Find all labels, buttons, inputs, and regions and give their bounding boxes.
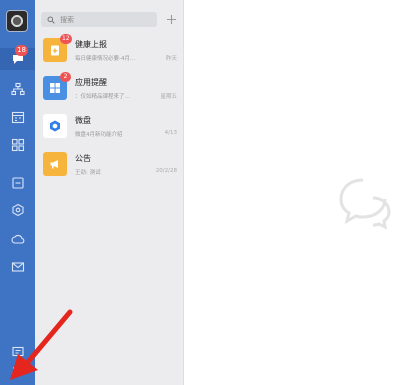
chat-watermark-icon bbox=[339, 178, 391, 230]
conversation-item-health-report[interactable]: 12 健康上报 每日健康情况必要-4月… 昨天 bbox=[35, 32, 184, 70]
mail-icon bbox=[11, 262, 24, 272]
conversation-time: 20/2/28 bbox=[155, 168, 177, 174]
conversation-item-micro-drive[interactable]: 微盘 微盘4月新功能介绍 4/13 bbox=[35, 108, 184, 146]
cloud-drive-icon bbox=[43, 114, 67, 138]
conversation-item-announcement[interactable]: 公告 王劲: 测试 20/2/28 bbox=[35, 146, 184, 184]
hexagon-icon bbox=[11, 203, 24, 217]
mail-nav-button[interactable] bbox=[0, 256, 35, 278]
cloud-icon bbox=[11, 234, 24, 244]
conversation-title: 微盘 bbox=[75, 116, 91, 125]
more-menu-button[interactable] bbox=[0, 360, 35, 382]
conversation-title: 健康上报 bbox=[75, 40, 107, 49]
conversation-list-panel: 搜索 12 健康上报 每日健康情况必要-4月… 昨天 2 应用提醒 ：仅如精品课… bbox=[35, 0, 184, 385]
search-icon bbox=[47, 16, 55, 24]
messages-nav-button[interactable]: 18 bbox=[0, 45, 35, 70]
conversation-time: 昨天 bbox=[165, 56, 177, 62]
org-tree-icon bbox=[10, 82, 25, 96]
hamburger-menu-icon bbox=[12, 367, 23, 375]
conversation-preview: 王劲: 测试 bbox=[75, 170, 101, 176]
comment-box-icon bbox=[11, 346, 24, 357]
conversation-preview: 微盘4月新功能介绍 bbox=[75, 132, 123, 138]
contacts-nav-button[interactable] bbox=[0, 78, 35, 100]
app-window: { "search": { "placeholder": "搜索" }, "ra… bbox=[0, 0, 395, 385]
app-store-nav-button[interactable] bbox=[0, 199, 35, 221]
conversation-title: 应用提醒 bbox=[75, 78, 107, 87]
messages-badge: 18 bbox=[15, 45, 28, 56]
conversation-preview: 每日健康情况必要-4月… bbox=[75, 56, 136, 62]
chat-area bbox=[184, 0, 395, 385]
document-icon bbox=[11, 177, 24, 189]
conversation-time: 4/13 bbox=[164, 130, 177, 136]
search-input[interactable]: 搜索 bbox=[41, 12, 157, 27]
avatar[interactable] bbox=[6, 10, 28, 32]
conversation-preview: ：仅如精品课程来了… bbox=[75, 94, 131, 100]
docs-nav-button[interactable] bbox=[0, 172, 35, 194]
unread-badge: 2 bbox=[60, 72, 71, 82]
drive-nav-button[interactable] bbox=[0, 228, 35, 250]
unread-badge: 12 bbox=[60, 34, 72, 44]
search-placeholder: 搜索 bbox=[60, 15, 74, 24]
calendar-icon bbox=[11, 111, 24, 124]
conversation-time: 星期五 bbox=[160, 94, 177, 100]
calendar-nav-button[interactable] bbox=[0, 106, 35, 128]
left-nav-rail: 18 bbox=[0, 0, 35, 385]
plus-icon bbox=[166, 14, 176, 24]
grid-icon bbox=[11, 138, 24, 152]
conversation-item-app-reminder[interactable]: 2 应用提醒 ：仅如精品课程来了… 星期五 bbox=[35, 70, 184, 108]
workbench-nav-button[interactable] bbox=[0, 134, 35, 156]
megaphone-icon bbox=[43, 152, 67, 176]
add-button[interactable] bbox=[163, 11, 179, 27]
conversation-title: 公告 bbox=[75, 154, 91, 163]
